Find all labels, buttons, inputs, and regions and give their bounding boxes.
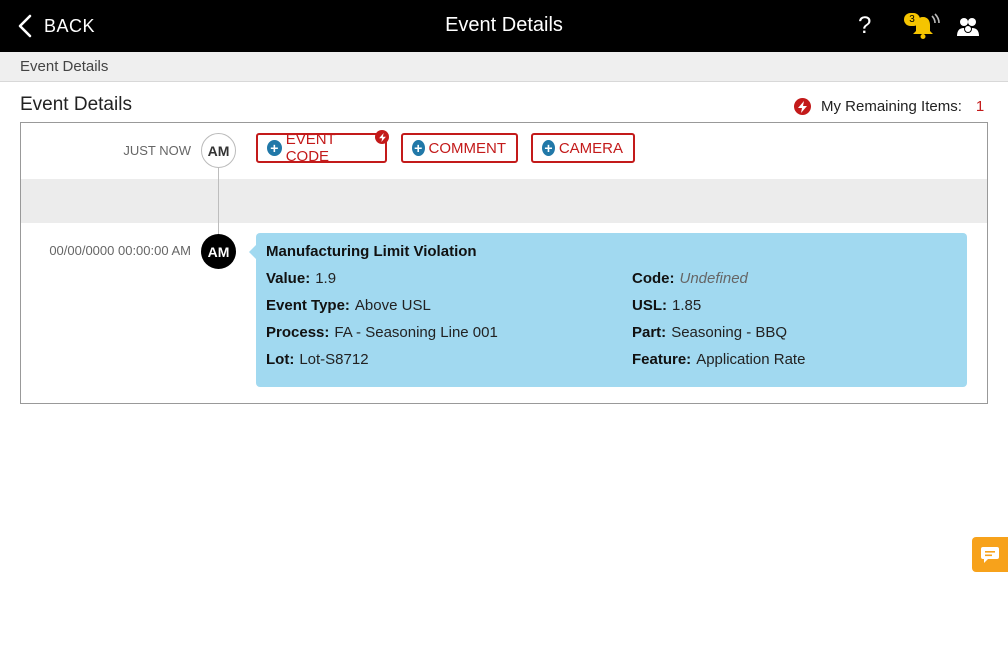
chat-icon — [981, 546, 999, 563]
field-lot: Lot: Lot-S8712 — [266, 351, 369, 368]
field-value: Value: 1.9 — [266, 270, 337, 287]
remaining-items: My Remaining Items: 1 — [794, 98, 984, 115]
plus-circle-icon: + — [412, 140, 425, 156]
lightning-icon — [794, 98, 811, 115]
field-part: Part: Seasoning - BBQ — [632, 324, 788, 341]
card-pointer — [249, 245, 256, 259]
new-entry-time: JUST NOW — [123, 143, 191, 158]
comment-label: COMMENT — [428, 139, 507, 157]
add-comment-button[interactable]: + COMMENT — [401, 133, 518, 163]
add-camera-button[interactable]: + CAMERA — [531, 133, 635, 163]
section-title: Event Details — [20, 94, 132, 115]
page-title: Event Details — [445, 14, 563, 36]
notification-count-badge: 3 — [904, 13, 920, 26]
lightning-icon — [375, 130, 389, 144]
users-button[interactable] — [956, 15, 980, 39]
help-button[interactable]: ? — [858, 12, 871, 40]
breadcrumb-item-event-details: Event Details — [20, 58, 109, 75]
event-card: Manufacturing Limit Violation Value: 1.9 … — [249, 233, 967, 387]
field-process: Process: FA - Seasoning Line 001 — [266, 324, 498, 341]
top-bar: BACK Event Details ? 3 — [0, 0, 1008, 52]
event-fields: Value: 1.9 Code: Undefined Event Type: Abov… — [266, 270, 957, 368]
add-event-code-button[interactable]: + EVENT CODE — [256, 130, 389, 165]
event-title: Manufacturing Limit Violation — [266, 243, 477, 260]
event-avatar: AM — [201, 234, 236, 269]
field-code: Code: Undefined — [632, 270, 748, 287]
breadcrumb: Event Details — [0, 52, 1008, 82]
camera-label: CAMERA — [558, 139, 623, 157]
plus-circle-icon: + — [267, 140, 282, 156]
chat-button[interactable] — [972, 537, 1008, 572]
remaining-items-label: My Remaining Items: — [821, 98, 962, 115]
field-event-type: Event Type: Above USL — [266, 297, 431, 314]
event-code-label: EVENT CODE — [285, 131, 336, 165]
event-time: 00/00/0000 00:00:00 AM — [49, 243, 191, 258]
notifications-button[interactable]: 3 — [904, 12, 942, 42]
timeline-connector — [218, 167, 219, 239]
new-entry-avatar: AM — [201, 133, 236, 168]
timeline-separator — [21, 179, 987, 223]
plus-circle-icon: + — [542, 140, 555, 156]
field-usl: USL: 1.85 — [632, 297, 702, 314]
event-timeline-panel: JUST NOW AM + EVENT CODE + COMMENT + CAM… — [20, 122, 988, 404]
field-feature: Feature: Application Rate — [632, 351, 806, 368]
users-icon — [957, 18, 979, 36]
remaining-items-count: 1 — [975, 98, 985, 115]
